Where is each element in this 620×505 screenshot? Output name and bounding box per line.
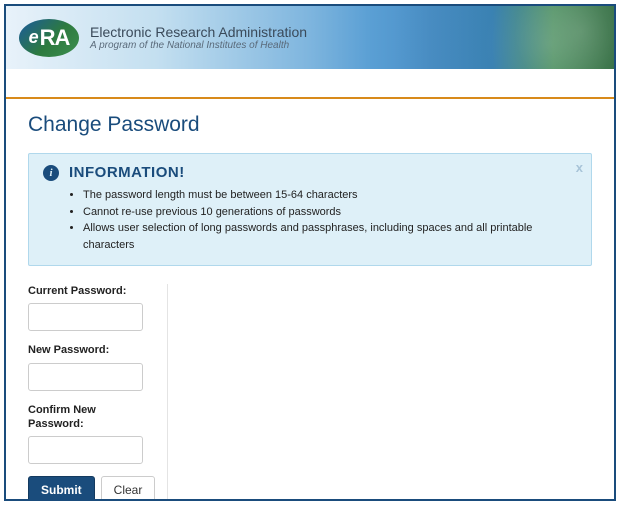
logo-ra: RA [40, 25, 70, 51]
era-logo-oval: eRA [19, 19, 79, 57]
form-column: Current Password: New Password: Confirm … [28, 284, 168, 501]
header-banner: eRA Electronic Research Administration A… [6, 6, 614, 69]
info-box: x i INFORMATION! The password length mus… [28, 153, 592, 266]
button-row: Submit Clear [28, 476, 147, 501]
info-item: Allows user selection of long passwords … [83, 220, 577, 253]
content-area: Change Password x i INFORMATION! The pas… [6, 99, 614, 501]
current-password-input[interactable] [28, 303, 143, 331]
header-subtitle: A program of the National Institutes of … [90, 40, 307, 51]
confirm-password-input[interactable] [28, 436, 143, 464]
current-password-label: Current Password: [28, 284, 147, 298]
app-frame: eRA Electronic Research Administration A… [4, 4, 616, 501]
confirm-password-group: Confirm New Password: [28, 403, 147, 465]
page-title: Change Password [28, 113, 592, 137]
submit-button[interactable]: Submit [28, 476, 95, 501]
confirm-password-label: Confirm New Password: [28, 403, 147, 432]
era-logo: eRA [18, 17, 80, 59]
info-header: i INFORMATION! [43, 164, 577, 181]
info-title: INFORMATION! [69, 164, 185, 181]
header-title: Electronic Research Administration [90, 24, 307, 40]
info-list: The password length must be between 15-6… [83, 187, 577, 253]
new-password-input[interactable] [28, 363, 143, 391]
clear-button[interactable]: Clear [101, 476, 156, 501]
form-area: Current Password: New Password: Confirm … [28, 284, 592, 501]
logo-e: e [29, 27, 39, 48]
info-icon: i [43, 165, 59, 181]
info-item: Cannot re-use previous 10 generations of… [83, 204, 577, 221]
new-password-group: New Password: [28, 343, 147, 390]
new-password-label: New Password: [28, 343, 147, 357]
close-icon[interactable]: x [576, 160, 583, 175]
header-text: Electronic Research Administration A pro… [90, 24, 307, 51]
info-item: The password length must be between 15-6… [83, 187, 577, 204]
current-password-group: Current Password: [28, 284, 147, 331]
